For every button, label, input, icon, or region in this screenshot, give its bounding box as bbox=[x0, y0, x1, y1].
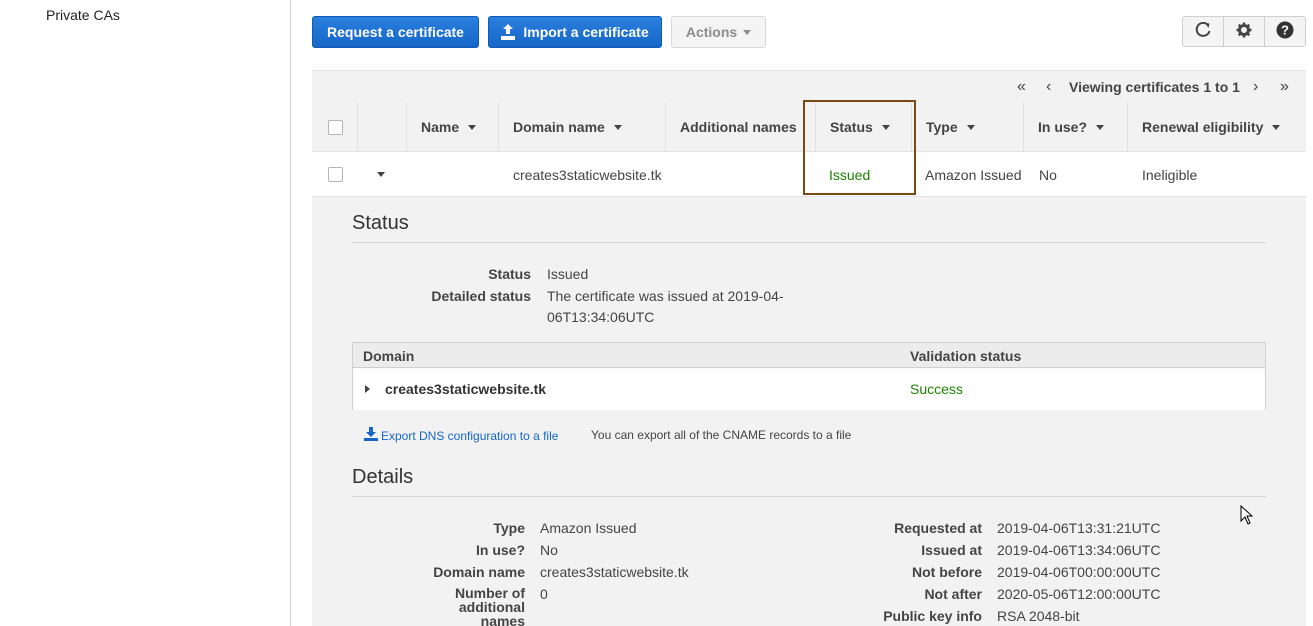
expand-column-header bbox=[357, 102, 406, 152]
sort-caret-icon bbox=[966, 124, 975, 130]
certificate-detail-panel bbox=[312, 197, 1306, 626]
sort-caret-icon bbox=[468, 124, 477, 130]
column-label: Name bbox=[421, 119, 460, 135]
column-label: In use? bbox=[1038, 119, 1088, 135]
domain-validation-row[interactable]: creates3staticwebsite.tk Success bbox=[353, 369, 1265, 410]
detail-label-not-before: Not before bbox=[912, 564, 982, 580]
pagination-bar: « ‹ Viewing certificates 1 to 1 › » bbox=[312, 70, 1306, 102]
detailed-status-value-line1: The certificate was issued at 2019-04- bbox=[547, 288, 784, 304]
select-all-cell bbox=[312, 102, 357, 152]
import-certificate-label: Import a certificate bbox=[523, 24, 649, 40]
settings-button[interactable] bbox=[1224, 17, 1265, 46]
export-dns-config-label: Export DNS configuration to a file bbox=[381, 428, 559, 443]
upload-icon bbox=[501, 24, 516, 40]
actions-label: Actions bbox=[685, 24, 738, 40]
cell-renewal-eligibility: Ineligible bbox=[1142, 166, 1198, 183]
export-note: You can export all of the CNAME records … bbox=[591, 428, 852, 442]
actions-dropdown[interactable]: Actions bbox=[671, 16, 766, 48]
validation-status-cell: Success bbox=[910, 381, 963, 397]
detail-value-not-before: 2019-04-06T00:00:00UTC bbox=[997, 564, 1161, 580]
column-label: Type bbox=[926, 119, 958, 135]
toolbar-icon-group: ? bbox=[1182, 16, 1306, 47]
cell-type: Amazon Issued bbox=[925, 166, 1022, 183]
detail-value-type: Amazon Issued bbox=[540, 520, 637, 536]
domain-column-header: Domain bbox=[363, 348, 415, 364]
domain-cell: creates3staticwebsite.tk bbox=[385, 381, 547, 397]
refresh-button[interactable] bbox=[1183, 17, 1224, 46]
detail-value-issued-at: 2019-04-06T13:34:06UTC bbox=[997, 542, 1161, 558]
column-header-type[interactable]: Type bbox=[911, 102, 1023, 152]
sidebar: Private CAs bbox=[0, 0, 291, 626]
previous-page-icon[interactable]: ‹ bbox=[1046, 78, 1051, 96]
sort-caret-icon bbox=[613, 124, 622, 130]
detail-value-not-after: 2020-05-06T12:00:00UTC bbox=[997, 586, 1161, 602]
certificates-table-header: Name Domain name Additional names Status… bbox=[312, 102, 1306, 152]
help-button[interactable]: ? bbox=[1265, 17, 1305, 46]
section-divider bbox=[352, 242, 1266, 243]
detailed-status-label: Detailed status bbox=[431, 288, 531, 304]
detail-label-type: Type bbox=[493, 520, 525, 536]
refresh-icon bbox=[1195, 21, 1211, 41]
table-row[interactable]: creates3staticwebsite.tk Issued Amazon I… bbox=[312, 152, 1306, 197]
first-page-icon[interactable]: « bbox=[1017, 78, 1026, 96]
detail-value-public-key-info: RSA 2048-bit bbox=[997, 608, 1080, 624]
chevron-down-icon bbox=[743, 29, 752, 35]
export-dns-config-link[interactable]: Export DNS configuration to a file bbox=[364, 427, 558, 444]
last-page-icon[interactable]: » bbox=[1280, 78, 1289, 96]
next-page-icon[interactable]: › bbox=[1253, 78, 1258, 96]
sidebar-item-private-cas[interactable]: Private CAs bbox=[46, 7, 120, 23]
cell-status: Issued bbox=[829, 166, 871, 183]
request-certificate-button[interactable]: Request a certificate bbox=[312, 16, 479, 48]
detailed-status-value-line2: 06T13:34:06UTC bbox=[547, 309, 655, 325]
detail-label-not-after: Not after bbox=[924, 586, 982, 602]
column-label: Additional names bbox=[680, 119, 797, 135]
validation-status-column-header: Validation status bbox=[910, 348, 1022, 364]
row-select-cell bbox=[328, 152, 343, 197]
details-section-title: Details bbox=[352, 466, 414, 488]
mouse-cursor-icon bbox=[1240, 504, 1254, 528]
import-certificate-button[interactable]: Import a certificate bbox=[488, 16, 662, 48]
detail-value-requested-at: 2019-04-06T13:31:21UTC bbox=[997, 520, 1161, 536]
cell-domain-name: creates3staticwebsite.tk bbox=[513, 166, 662, 183]
section-divider bbox=[352, 496, 1266, 497]
detail-label-public-key-info: Public key info bbox=[883, 608, 982, 624]
column-label: Status bbox=[830, 119, 873, 135]
column-header-domain-name[interactable]: Domain name bbox=[498, 102, 665, 152]
cell-in-use: No bbox=[1039, 166, 1057, 183]
detail-value-number-additional-names: 0 bbox=[540, 586, 548, 602]
column-header-renewal-eligibility[interactable]: Renewal eligibility bbox=[1127, 102, 1306, 152]
column-header-status[interactable]: Status bbox=[815, 102, 911, 152]
column-header-additional-names[interactable]: Additional names bbox=[665, 102, 815, 152]
detail-value-in-use: No bbox=[540, 542, 558, 558]
detail-label-in-use: In use? bbox=[475, 542, 525, 558]
column-label: Renewal eligibility bbox=[1142, 119, 1264, 135]
sort-caret-icon bbox=[881, 124, 890, 130]
detail-value-domain-name: creates3staticwebsite.tk bbox=[540, 564, 689, 580]
detail-label-domain-name: Domain name bbox=[433, 564, 525, 580]
select-all-checkbox[interactable] bbox=[328, 119, 343, 135]
status-value: Issued bbox=[547, 266, 589, 282]
status-section-title: Status bbox=[352, 212, 409, 234]
status-label: Status bbox=[488, 266, 531, 282]
domain-validation-table: Domain Validation status creates3staticw… bbox=[352, 342, 1266, 410]
detail-label-number-additional-names: Number of additional names bbox=[455, 585, 525, 626]
request-certificate-label: Request a certificate bbox=[327, 24, 464, 40]
row-checkbox[interactable] bbox=[328, 167, 343, 182]
sort-caret-icon bbox=[1272, 124, 1281, 130]
download-icon bbox=[364, 427, 378, 444]
sort-caret-icon bbox=[1096, 124, 1105, 130]
column-label: Domain name bbox=[513, 119, 605, 135]
detail-label-issued-at: Issued at bbox=[921, 542, 982, 558]
svg-text:?: ? bbox=[1281, 23, 1289, 38]
help-icon: ? bbox=[1276, 21, 1294, 42]
row-expand-toggle[interactable] bbox=[377, 152, 385, 197]
pagination-text: Viewing certificates 1 to 1 bbox=[1069, 79, 1240, 95]
gear-icon bbox=[1236, 22, 1252, 41]
caret-right-icon[interactable] bbox=[365, 385, 370, 393]
chevron-down-icon bbox=[377, 172, 385, 177]
column-header-in-use[interactable]: In use? bbox=[1023, 102, 1127, 152]
detail-label-requested-at: Requested at bbox=[894, 520, 982, 536]
column-header-name[interactable]: Name bbox=[406, 102, 498, 152]
domain-table-header: Domain Validation status bbox=[353, 343, 1265, 368]
